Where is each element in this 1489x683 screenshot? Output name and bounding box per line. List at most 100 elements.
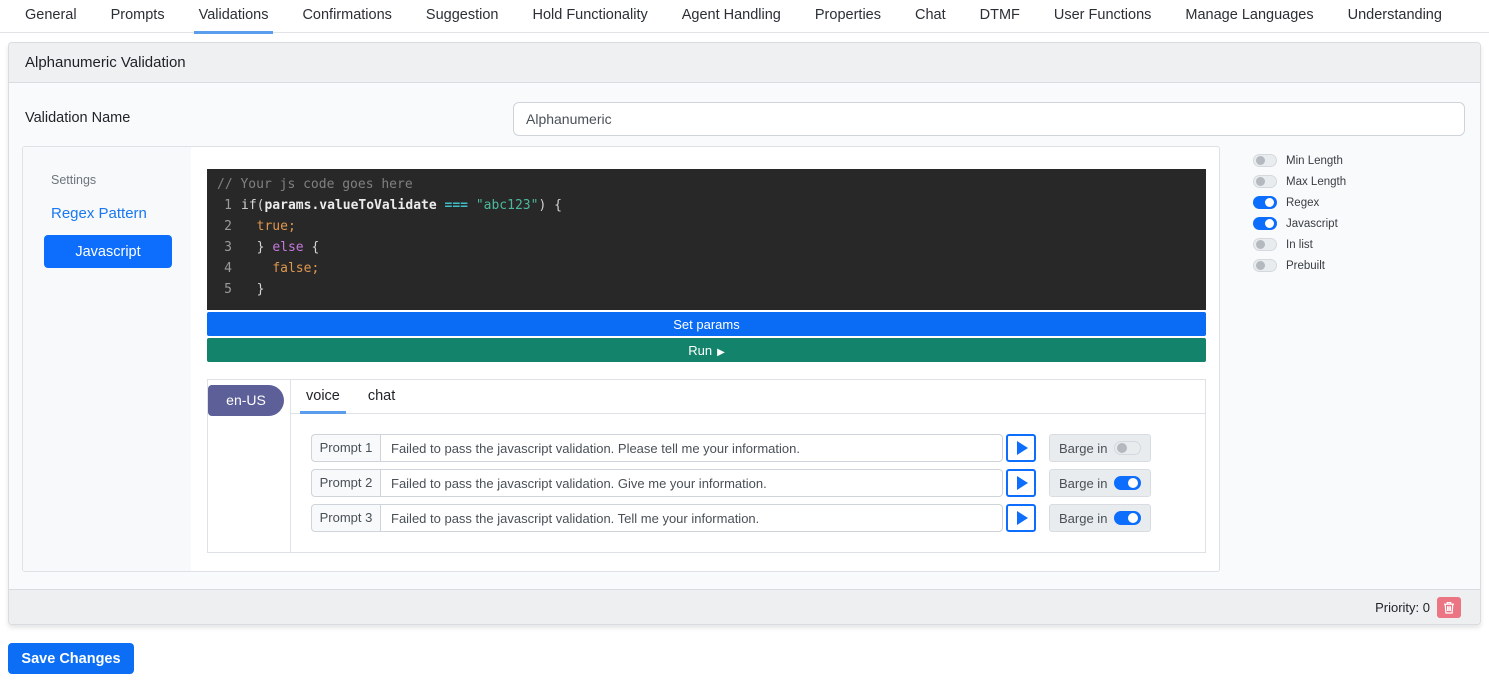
- sidebar-item-javascript[interactable]: Javascript: [44, 235, 172, 268]
- delete-validation-button[interactable]: [1437, 597, 1461, 618]
- code-token: [241, 216, 257, 237]
- nav-tab-manage-languages[interactable]: Manage Languages: [1168, 0, 1330, 33]
- prompt-1-barge-in[interactable]: Barge in: [1049, 434, 1151, 462]
- prebuilt-toggle[interactable]: [1253, 259, 1277, 272]
- code-token: false;: [272, 258, 319, 279]
- validation-name-input[interactable]: [513, 102, 1465, 136]
- sidebar-item-regex-pattern[interactable]: Regex Pattern: [51, 205, 147, 222]
- trash-icon: [1443, 601, 1455, 614]
- play-icon: [1017, 441, 1028, 455]
- line-number: 1: [207, 195, 241, 216]
- max-length-toggle[interactable]: [1253, 175, 1277, 188]
- run-label: Run: [688, 343, 712, 358]
- prompt-2-barge-in[interactable]: Barge in: [1049, 469, 1151, 497]
- in-list-toggle[interactable]: [1253, 238, 1277, 251]
- nav-tab-dtmf[interactable]: DTMF: [963, 0, 1037, 33]
- validator-toggle-list: Min Length Max Length Regex Javascript I…: [1253, 150, 1346, 276]
- nav-tab-general[interactable]: General: [8, 0, 94, 33]
- toggle-row-javascript: Javascript: [1253, 213, 1346, 234]
- toggle-row-prebuilt: Prebuilt: [1253, 255, 1346, 276]
- code-token: }: [241, 279, 264, 300]
- toggle-row-max-length: Max Length: [1253, 171, 1346, 192]
- barge-in-toggle[interactable]: [1114, 476, 1141, 490]
- code-line: 4 false;: [207, 258, 1206, 279]
- prompt-3-play-button[interactable]: [1006, 504, 1036, 532]
- toggle-label: Regex: [1286, 197, 1319, 209]
- nav-tab-chat[interactable]: Chat: [898, 0, 963, 33]
- toggle-label: In list: [1286, 239, 1313, 251]
- language-column: en-US: [208, 380, 291, 552]
- tab-chat[interactable]: chat: [354, 380, 409, 413]
- code-token: ===: [445, 195, 468, 216]
- toggle-row-regex: Regex: [1253, 192, 1346, 213]
- play-icon: [1017, 511, 1028, 525]
- code-token: [241, 258, 272, 279]
- page: General Prompts Validations Confirmation…: [0, 0, 1489, 683]
- prompt-1-play-button[interactable]: [1006, 434, 1036, 462]
- run-button[interactable]: Run ▶: [207, 338, 1206, 362]
- tab-voice[interactable]: voice: [292, 380, 354, 413]
- toggle-row-in-list: In list: [1253, 234, 1346, 255]
- line-number: 4: [207, 258, 241, 279]
- prompt-rows: Prompt 1 Barge in Prompt 2: [291, 414, 1205, 532]
- play-icon: ▶: [717, 347, 725, 358]
- code-line: 2 true;: [207, 216, 1206, 237]
- set-params-button[interactable]: Set params: [207, 312, 1206, 336]
- nav-tab-suggestion[interactable]: Suggestion: [409, 0, 516, 33]
- code-token: [468, 195, 476, 216]
- nav-tab-properties[interactable]: Properties: [798, 0, 898, 33]
- prompt-2-play-button[interactable]: [1006, 469, 1036, 497]
- line-number: 2: [207, 216, 241, 237]
- code-token: true;: [257, 216, 296, 237]
- code-token: [437, 195, 445, 216]
- prompt-row-3: Prompt 3 Barge in: [311, 504, 1205, 532]
- settings-panel: Settings Regex Pattern Javascript: [23, 147, 191, 571]
- nav-tab-prompts[interactable]: Prompts: [94, 0, 182, 33]
- code-token: else: [272, 237, 303, 258]
- code-token: "abc123": [476, 195, 539, 216]
- code-line: 1 if(params.valueToValidate === "abc123"…: [207, 195, 1206, 216]
- line-number: 3: [207, 237, 241, 258]
- nav-tab-user-functions[interactable]: User Functions: [1037, 0, 1169, 33]
- language-badge: en-US: [208, 385, 284, 416]
- prompt-3-input[interactable]: [381, 504, 1003, 532]
- prompt-row-1: Prompt 1 Barge in: [311, 434, 1205, 462]
- nav-tab-validations[interactable]: Validations: [182, 0, 286, 33]
- nav-tab-hold-functionality[interactable]: Hold Functionality: [515, 0, 664, 33]
- toggle-label: Min Length: [1286, 155, 1343, 167]
- editor-column: // Your js code goes here 1 if(params.va…: [207, 169, 1206, 553]
- prompts-container: en-US voice chat Prompt 1: [207, 379, 1206, 553]
- validation-name-label: Validation Name: [25, 110, 130, 126]
- code-comment: // Your js code goes here: [207, 174, 1206, 195]
- card-title: Alphanumeric Validation: [25, 54, 186, 71]
- regex-toggle[interactable]: [1253, 196, 1277, 209]
- card-header: Alphanumeric Validation: [9, 43, 1480, 83]
- nav-tab-confirmations[interactable]: Confirmations: [285, 0, 408, 33]
- toggle-label: Max Length: [1286, 176, 1346, 188]
- code-line: 5 }: [207, 279, 1206, 300]
- barge-in-label: Barge in: [1059, 476, 1107, 491]
- nav-tab-understanding[interactable]: Understanding: [1331, 0, 1459, 33]
- prompt-row-2: Prompt 2 Barge in: [311, 469, 1205, 497]
- code-token: ) {: [538, 195, 561, 216]
- prompt-content: voice chat Prompt 1 Barge in: [291, 380, 1205, 552]
- javascript-toggle[interactable]: [1253, 217, 1277, 230]
- top-navigation: General Prompts Validations Confirmation…: [0, 0, 1489, 33]
- prompt-1-label: Prompt 1: [311, 434, 381, 462]
- save-changes-button[interactable]: Save Changes: [8, 643, 134, 674]
- prompt-3-label: Prompt 3: [311, 504, 381, 532]
- nav-tab-agent-handling[interactable]: Agent Handling: [665, 0, 798, 33]
- toggle-label: Prebuilt: [1286, 260, 1325, 272]
- min-length-toggle[interactable]: [1253, 154, 1277, 167]
- barge-in-toggle[interactable]: [1114, 441, 1141, 455]
- validation-editor-box: Settings Regex Pattern Javascript // You…: [22, 146, 1220, 572]
- channel-tabbar: voice chat: [291, 380, 1205, 414]
- prompt-1-input[interactable]: [381, 434, 1003, 462]
- prompt-2-input[interactable]: [381, 469, 1003, 497]
- prompt-3-barge-in[interactable]: Barge in: [1049, 504, 1151, 532]
- barge-in-toggle[interactable]: [1114, 511, 1141, 525]
- js-code-editor[interactable]: // Your js code goes here 1 if(params.va…: [207, 169, 1206, 310]
- code-token: {: [304, 237, 320, 258]
- toggle-label: Javascript: [1286, 218, 1338, 230]
- card-footer: Priority: 0: [9, 589, 1480, 624]
